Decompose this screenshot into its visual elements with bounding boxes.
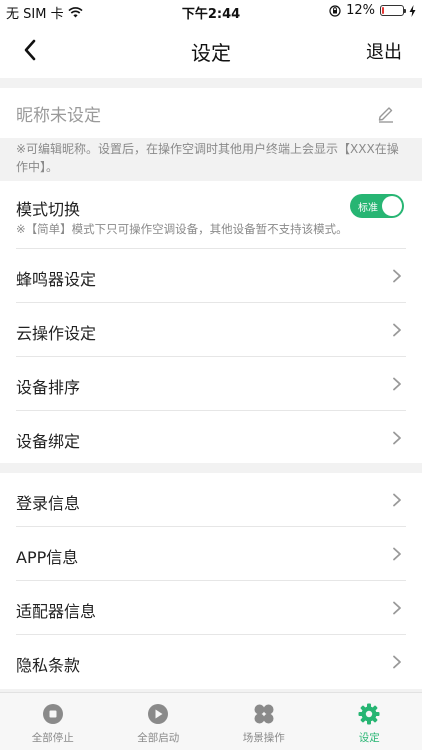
mode-toggle[interactable]: 标准 bbox=[350, 194, 404, 218]
tab-label: 设定 bbox=[358, 732, 380, 744]
tab-label: 全部停止 bbox=[31, 732, 74, 744]
status-bar: 无 SIM 卡 下午2:44 12% bbox=[0, 0, 422, 22]
settings-item-label: 云操作设定 bbox=[16, 324, 97, 343]
settings-item-app-info[interactable]: APP信息 bbox=[16, 527, 406, 581]
settings-item-label: 设备绑定 bbox=[16, 432, 81, 451]
mode-toggle-label: 标准 bbox=[358, 203, 378, 214]
status-right: 12% bbox=[329, 3, 416, 18]
settings-item-buzzer[interactable]: 蜂鸣器设定 bbox=[16, 249, 406, 303]
tab-label: 全部启动 bbox=[137, 732, 180, 744]
settings-item-privacy[interactable]: 隐私条款 bbox=[16, 635, 406, 689]
settings-item-label: 登录信息 bbox=[16, 494, 81, 513]
logout-button[interactable]: 退出 bbox=[366, 38, 402, 64]
nickname-card: 昵称未设定 bbox=[0, 88, 422, 138]
play-icon bbox=[148, 704, 169, 724]
nickname-field[interactable]: 昵称未设定 bbox=[16, 101, 101, 126]
settings-item-label: 适配器信息 bbox=[16, 602, 97, 621]
chevron-right-icon bbox=[393, 655, 401, 669]
settings-item-cloud[interactable]: 云操作设定 bbox=[16, 303, 406, 357]
battery-level bbox=[382, 7, 384, 14]
chevron-right-icon bbox=[393, 601, 401, 615]
settings-item-device-binding[interactable]: 设备绑定 bbox=[16, 411, 406, 465]
nav-bar: 设定 退出 bbox=[0, 22, 422, 78]
settings-item-device-order[interactable]: 设备排序 bbox=[16, 357, 406, 411]
battery-icon bbox=[380, 5, 406, 16]
mode-switch-row: 模式切换 标准 ※【简单】模式下只可操作空调设备，其他设备暂不支持该模式。 bbox=[16, 181, 406, 249]
chevron-right-icon bbox=[393, 377, 401, 391]
mode-switch-description: ※【简单】模式下只可操作空调设备，其他设备暂不支持该模式。 bbox=[16, 222, 348, 236]
tab-settings[interactable]: 设定 bbox=[317, 693, 422, 750]
chevron-right-icon bbox=[393, 547, 401, 561]
chevron-right-icon bbox=[393, 269, 401, 283]
settings-item-label: 蜂鸣器设定 bbox=[16, 270, 97, 289]
scene-icon bbox=[254, 704, 274, 724]
settings-item-label: APP信息 bbox=[16, 548, 79, 567]
nickname-hint: ※可编辑昵称。设置后，在操作空调时其他用户终端上会显示【XXX在操作中】。 bbox=[16, 142, 399, 174]
settings-group-1: 模式切换 标准 ※【简单】模式下只可操作空调设备，其他设备暂不支持该模式。 蜂鸣… bbox=[0, 181, 422, 463]
chevron-right-icon bbox=[393, 493, 401, 507]
pencil-icon bbox=[378, 107, 393, 123]
settings-item-login-info[interactable]: 登录信息 bbox=[16, 473, 406, 527]
mode-switch-title: 模式切换 bbox=[16, 200, 81, 219]
page-title: 设定 bbox=[191, 41, 231, 65]
settings-group-2: 登录信息 APP信息 适配器信息 隐私条款 bbox=[0, 473, 422, 689]
tab-label: 场景操作 bbox=[242, 732, 285, 744]
settings-item-adapter-info[interactable]: 适配器信息 bbox=[16, 581, 406, 635]
charging-icon bbox=[409, 4, 416, 17]
tab-start-all[interactable]: 全部启动 bbox=[106, 693, 212, 750]
edit-nickname-button[interactable] bbox=[376, 103, 396, 123]
orientation-lock-icon bbox=[329, 4, 341, 17]
gear-icon bbox=[358, 703, 380, 725]
chevron-right-icon bbox=[393, 431, 401, 445]
tab-stop-all[interactable]: 全部停止 bbox=[0, 693, 106, 750]
settings-item-label: 隐私条款 bbox=[16, 656, 81, 675]
settings-item-label: 设备排序 bbox=[16, 378, 81, 397]
stop-icon bbox=[42, 704, 63, 724]
tab-bar: 全部停止 全部启动 场景操作 设定 bbox=[0, 692, 422, 750]
tab-scene[interactable]: 场景操作 bbox=[211, 693, 317, 750]
chevron-right-icon bbox=[393, 323, 401, 337]
toggle-knob bbox=[382, 196, 402, 216]
battery-percent: 12% bbox=[346, 3, 375, 18]
